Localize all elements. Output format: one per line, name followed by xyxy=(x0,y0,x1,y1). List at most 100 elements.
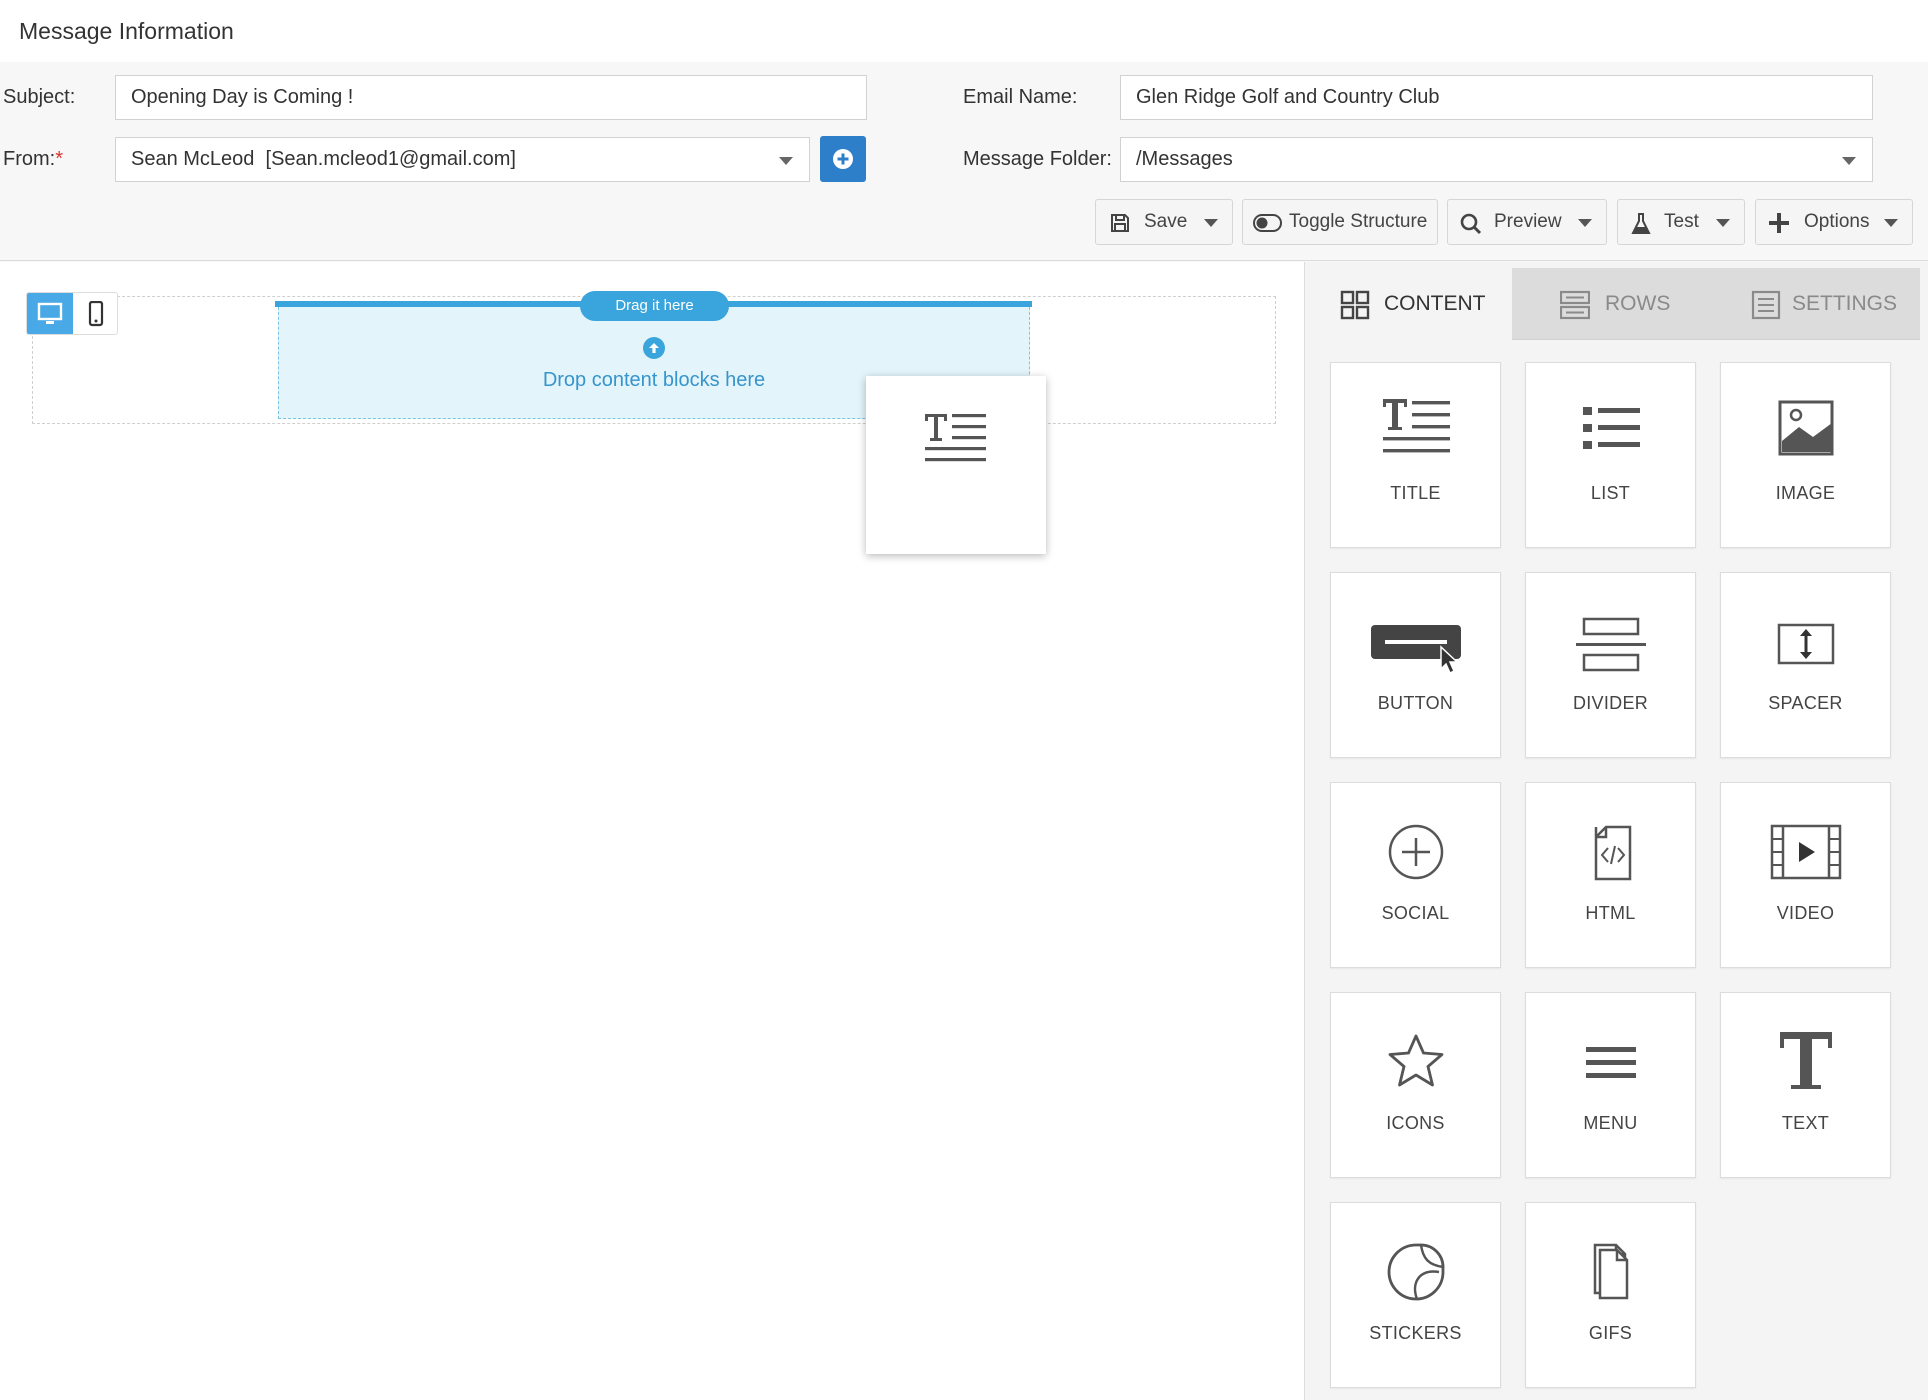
subject-input[interactable]: Opening Day is Coming ! xyxy=(115,75,867,120)
block-icons[interactable]: ICONS xyxy=(1330,992,1501,1178)
preview-label: Preview xyxy=(1494,211,1562,232)
add-sender-button[interactable] xyxy=(820,136,866,182)
from-label: From:* xyxy=(3,148,64,170)
from-select[interactable]: Sean McLeod [Sean.mcleod1@gmail.com] xyxy=(115,137,810,182)
title-icon xyxy=(1383,399,1450,453)
subject-label: Subject: xyxy=(3,86,76,108)
tab-settings[interactable]: SETTINGS xyxy=(1717,268,1920,340)
page-header: Message Information xyxy=(0,0,1928,63)
block-text[interactable]: TEXT xyxy=(1720,992,1891,1178)
block-list[interactable]: LIST xyxy=(1525,362,1696,548)
chevron-down-icon xyxy=(1842,157,1856,165)
preview-button[interactable]: Preview xyxy=(1447,199,1607,245)
title-icon xyxy=(925,414,986,462)
rows-icon xyxy=(1560,290,1590,320)
block-label: DIVIDER xyxy=(1572,693,1649,713)
block-stickers[interactable]: STICKERS xyxy=(1330,1202,1501,1388)
mobile-icon xyxy=(88,301,104,327)
search-icon xyxy=(1460,213,1482,235)
block-label: GIFS xyxy=(1588,1323,1633,1343)
test-button[interactable]: Test xyxy=(1617,199,1745,245)
button-icon xyxy=(1371,625,1461,675)
divider-icon xyxy=(1576,617,1646,672)
email-name-input[interactable]: Glen Ridge Golf and Country Club xyxy=(1120,75,1873,120)
tab-rows[interactable]: ROWS xyxy=(1512,268,1717,340)
block-video[interactable]: VIDEO xyxy=(1720,782,1891,968)
block-label: HTML xyxy=(1585,903,1636,923)
dragged-title-block[interactable] xyxy=(866,376,1046,554)
sticker-icon xyxy=(1387,1243,1445,1301)
block-label: ICONS xyxy=(1386,1113,1445,1133)
tab-content-label: CONTENT xyxy=(1384,292,1486,315)
block-spacer[interactable]: SPACER xyxy=(1720,572,1891,758)
chevron-down-icon xyxy=(1578,219,1592,227)
block-label: IMAGE xyxy=(1775,483,1836,503)
page-title: Message Information xyxy=(19,18,234,44)
image-icon xyxy=(1778,400,1834,456)
block-label: LIST xyxy=(1590,483,1631,503)
block-divider[interactable]: DIVIDER xyxy=(1525,572,1696,758)
test-label: Test xyxy=(1664,211,1699,232)
block-label: BUTTON xyxy=(1377,693,1454,713)
plus-icon xyxy=(1769,213,1789,233)
social-icon xyxy=(1388,824,1444,880)
block-label: STICKERS xyxy=(1369,1323,1462,1343)
tab-rows-label: ROWS xyxy=(1605,292,1671,315)
drag-here-pill: Drag it here xyxy=(580,291,729,321)
text-icon xyxy=(1780,1032,1832,1089)
menu-icon xyxy=(1586,1047,1636,1078)
toggle-structure-button[interactable]: Toggle Structure xyxy=(1242,199,1438,245)
spacer-icon xyxy=(1777,623,1835,665)
subject-value: Opening Day is Coming ! xyxy=(131,86,354,108)
toggle-icon xyxy=(1253,214,1282,232)
mobile-view-button[interactable] xyxy=(73,293,119,334)
save-label: Save xyxy=(1144,211,1188,232)
block-gifs[interactable]: GIFS xyxy=(1525,1202,1696,1388)
list-icon xyxy=(1583,407,1640,449)
desktop-view-button[interactable] xyxy=(27,293,73,334)
block-menu[interactable]: MENU xyxy=(1525,992,1696,1178)
desktop-icon xyxy=(37,302,63,324)
message-folder-label: Message Folder: xyxy=(963,148,1112,170)
block-html[interactable]: HTML xyxy=(1525,782,1696,968)
settings-icon xyxy=(1751,290,1781,320)
save-button[interactable]: Save xyxy=(1095,199,1233,245)
block-image[interactable]: IMAGE xyxy=(1720,362,1891,548)
block-label: SOCIAL xyxy=(1381,903,1450,923)
toolbar-divider xyxy=(0,260,1928,261)
block-label: TITLE xyxy=(1390,483,1441,503)
message-folder-select[interactable]: /Messages xyxy=(1120,137,1873,182)
block-social[interactable]: SOCIAL xyxy=(1330,782,1501,968)
grid-icon xyxy=(1340,290,1370,320)
chevron-down-icon xyxy=(1884,219,1898,227)
email-name-label: Email Name: xyxy=(963,86,1078,108)
chevron-down-icon xyxy=(1716,219,1730,227)
gif-icon xyxy=(1593,1243,1629,1300)
star-icon xyxy=(1388,1034,1444,1087)
block-label: TEXT xyxy=(1781,1113,1830,1133)
chevron-down-icon xyxy=(1204,219,1218,227)
html-icon xyxy=(1594,825,1632,881)
device-toggle xyxy=(26,292,118,335)
video-icon xyxy=(1770,824,1842,880)
email-name-value: Glen Ridge Golf and Country Club xyxy=(1136,86,1440,108)
toggle-structure-label: Toggle Structure xyxy=(1289,211,1428,232)
block-title[interactable]: TITLE xyxy=(1330,362,1501,548)
chevron-down-icon xyxy=(779,157,793,165)
message-folder-value: /Messages xyxy=(1136,148,1233,170)
plus-circle-icon xyxy=(833,149,853,169)
block-button[interactable]: BUTTON xyxy=(1330,572,1501,758)
arrow-up-circle-icon xyxy=(643,337,665,359)
required-marker: * xyxy=(55,148,64,170)
from-value: Sean McLeod [Sean.mcleod1@gmail.com] xyxy=(131,148,516,170)
tab-content[interactable]: CONTENT xyxy=(1305,268,1512,340)
block-label: VIDEO xyxy=(1776,903,1835,923)
options-button[interactable]: Options xyxy=(1755,199,1913,245)
flask-icon xyxy=(1631,213,1651,234)
options-label: Options xyxy=(1804,211,1870,232)
block-label: MENU xyxy=(1583,1113,1638,1133)
block-label: SPACER xyxy=(1768,693,1843,713)
tab-settings-label: SETTINGS xyxy=(1792,292,1898,315)
save-icon xyxy=(1111,214,1129,232)
email-canvas xyxy=(0,262,1304,1400)
